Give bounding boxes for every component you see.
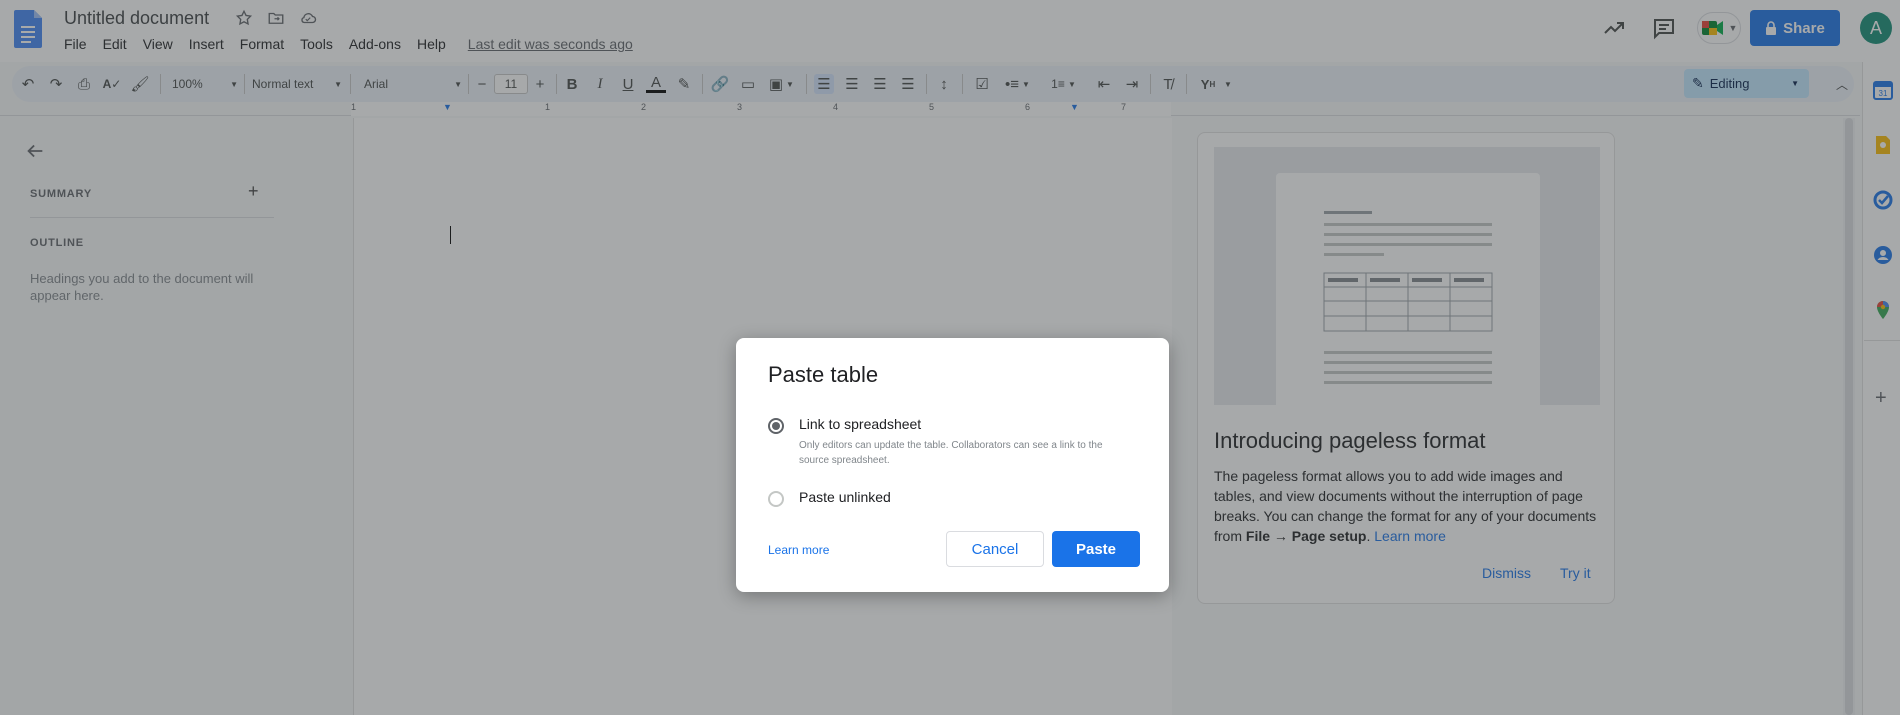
paste-table-dialog: Paste table Link to spreadsheet Only edi… (736, 338, 1169, 592)
paste-unlinked-label[interactable]: Paste unlinked (799, 489, 891, 505)
dialog-title: Paste table (768, 362, 879, 387)
cancel-button[interactable]: Cancel (946, 531, 1044, 567)
link-to-spreadsheet-description: Only editors can update the table. Colla… (799, 440, 1103, 466)
link-to-spreadsheet-radio[interactable] (768, 418, 784, 434)
paste-unlinked-radio[interactable] (768, 491, 784, 507)
learn-more-link[interactable]: Learn more (768, 543, 829, 557)
paste-button[interactable]: Paste (1052, 531, 1140, 567)
link-to-spreadsheet-label[interactable]: Link to spreadsheet (799, 416, 921, 432)
